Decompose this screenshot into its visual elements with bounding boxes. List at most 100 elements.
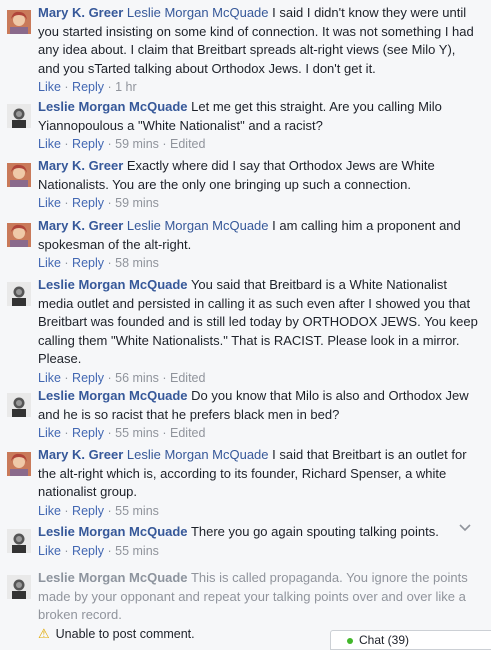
avatar-image (7, 163, 31, 187)
comment-author[interactable]: Mary K. Greer (38, 447, 123, 462)
comment-body: Mary K. Greer Exactly where did I say th… (38, 157, 478, 194)
avatar-icon[interactable] (7, 575, 31, 599)
reply-link[interactable]: Reply (72, 80, 104, 94)
like-link[interactable]: Like (38, 137, 61, 151)
avatar-image (7, 529, 31, 553)
comment-actions: Like · Reply · 1 hr (38, 79, 137, 95)
comment-body: Leslie Morgan McQuade Do you know that M… (38, 387, 478, 424)
comment-body: Mary K. Greer Leslie Morgan McQuade I sa… (38, 446, 478, 502)
comment-body: Leslie Morgan McQuade This is called pro… (38, 569, 478, 625)
comment-author[interactable]: Leslie Morgan McQuade (38, 277, 188, 292)
separator: · (60, 426, 73, 440)
post-error: ⚠ Unable to post comment. (38, 626, 195, 642)
reply-link[interactable]: Reply (72, 544, 104, 558)
avatar-image (7, 223, 31, 247)
like-link[interactable]: Like (38, 80, 61, 94)
comment-actions: Like · Reply · 59 mins (38, 195, 159, 211)
avatar-image (7, 575, 31, 599)
comment-author[interactable]: Mary K. Greer (38, 158, 123, 173)
separator: · (60, 196, 73, 210)
avatar-icon[interactable] (7, 282, 31, 306)
like-link[interactable]: Like (38, 196, 61, 210)
separator: · (158, 370, 171, 385)
separator: · (104, 196, 116, 210)
avatar-image (7, 10, 31, 34)
separator: · (60, 543, 73, 558)
separator: · (60, 137, 73, 151)
separator: · (104, 503, 116, 518)
separator: · (104, 426, 116, 440)
edited-label[interactable]: Edited (170, 426, 205, 440)
comment-author[interactable]: Mary K. Greer (38, 5, 123, 20)
error-message: Unable to post comment. (55, 626, 195, 641)
separator: · (60, 256, 73, 270)
reply-link[interactable]: Reply (72, 426, 104, 440)
reply-link[interactable]: Reply (72, 256, 104, 270)
comment-text: There you go again spouting talking poin… (190, 524, 439, 539)
comment-timestamp[interactable]: 55 mins (115, 504, 159, 518)
online-status-icon (347, 637, 353, 644)
avatar-icon[interactable] (7, 10, 31, 34)
avatar-image (7, 282, 31, 306)
like-link[interactable]: Like (38, 504, 61, 518)
avatar-image (7, 104, 31, 128)
comment-options-chevron-icon[interactable] (458, 520, 472, 534)
separator: · (104, 256, 116, 270)
comment-timestamp[interactable]: 55 mins (115, 544, 159, 558)
separator: · (104, 80, 116, 94)
separator: · (158, 137, 171, 151)
avatar-icon[interactable] (7, 163, 31, 187)
comment-body: Leslie Morgan McQuade There you go again… (38, 523, 478, 542)
separator: · (60, 370, 73, 385)
comment-timestamp[interactable]: 1 hr (115, 80, 137, 94)
separator: · (104, 137, 116, 151)
comment-author[interactable]: Leslie Morgan McQuade (38, 388, 188, 403)
like-link[interactable]: Like (38, 256, 61, 270)
comment-timestamp[interactable]: 58 mins (115, 256, 159, 270)
mention-tag[interactable]: Leslie Morgan McQuade (127, 5, 269, 20)
avatar-icon[interactable] (7, 393, 31, 417)
comment-timestamp[interactable]: 59 mins (115, 137, 159, 151)
separator: · (60, 503, 73, 518)
like-link[interactable]: Like (38, 371, 61, 385)
separator: · (60, 80, 73, 94)
like-link[interactable]: Like (38, 426, 61, 440)
reply-link[interactable]: Reply (72, 196, 104, 210)
comment-author[interactable]: Leslie Morgan McQuade (38, 99, 188, 114)
avatar-icon[interactable] (7, 223, 31, 247)
comment-body: Mary K. Greer Leslie Morgan McQuade I am… (38, 217, 478, 254)
avatar-image (7, 452, 31, 476)
comment-body: Leslie Morgan McQuade Let me get this st… (38, 98, 478, 135)
comment-author[interactable]: Leslie Morgan McQuade (38, 570, 188, 585)
chat-sidebar-tab[interactable]: Chat (39) (330, 630, 491, 650)
comment-author[interactable]: Mary K. Greer (38, 218, 123, 233)
edited-label[interactable]: Edited (170, 371, 205, 385)
comment-timestamp[interactable]: 55 mins (115, 426, 159, 440)
comment-actions: Like · Reply · 55 mins (38, 543, 159, 559)
reply-link[interactable]: Reply (72, 504, 104, 518)
comment-actions: Like · Reply · 55 mins · Edited (38, 425, 205, 441)
comment-timestamp[interactable]: 56 mins (115, 371, 159, 385)
like-link[interactable]: Like (38, 544, 61, 558)
comment-actions: Like · Reply · 58 mins (38, 255, 159, 271)
comment-actions: Like · Reply · 56 mins · Edited (38, 370, 205, 386)
separator: · (104, 370, 116, 385)
comment-body: Mary K. Greer Leslie Morgan McQuade I sa… (38, 4, 478, 78)
reply-link[interactable]: Reply (72, 137, 104, 151)
avatar-icon[interactable] (7, 529, 31, 553)
separator: · (158, 426, 171, 440)
comment-actions: Like · Reply · 55 mins (38, 503, 159, 519)
comment-author[interactable]: Leslie Morgan McQuade (38, 524, 188, 539)
reply-link[interactable]: Reply (72, 371, 104, 385)
chat-label: Chat (39) (359, 633, 410, 647)
comment-body: Leslie Morgan McQuade You said that Brei… (38, 276, 478, 369)
edited-label[interactable]: Edited (170, 137, 205, 151)
avatar-icon[interactable] (7, 104, 31, 128)
separator: · (104, 543, 116, 558)
warning-icon: ⚠ (38, 625, 50, 641)
mention-tag[interactable]: Leslie Morgan McQuade (127, 218, 269, 233)
mention-tag[interactable]: Leslie Morgan McQuade (127, 447, 269, 462)
avatar-image (7, 393, 31, 417)
avatar-icon[interactable] (7, 452, 31, 476)
comment-timestamp[interactable]: 59 mins (115, 196, 159, 210)
